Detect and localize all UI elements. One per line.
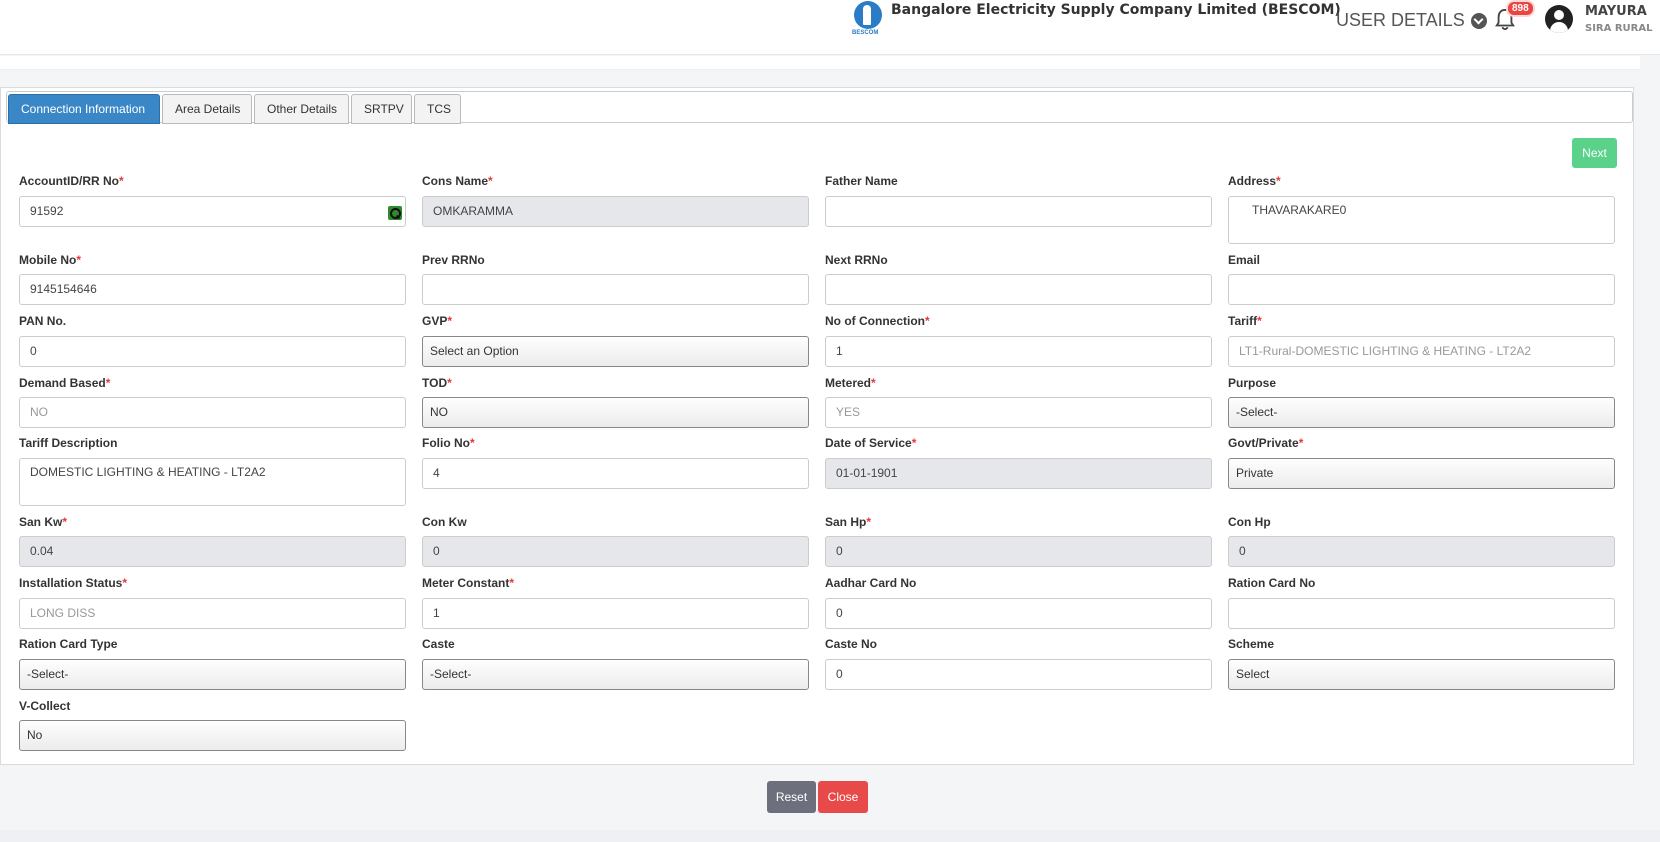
user-details-label: USER DETAILS xyxy=(1336,10,1465,30)
tab-tcs[interactable]: TCS xyxy=(414,94,461,124)
bottom-strip xyxy=(0,830,1660,842)
con-hp-label: Con Hp xyxy=(1228,515,1271,529)
pan-no-input[interactable]: 0 xyxy=(19,336,406,367)
ration-card-type-label: Ration Card Type xyxy=(19,637,118,651)
tariff-description-textarea[interactable]: DOMESTIC LIGHTING & HEATING - LT2A2 xyxy=(19,458,406,506)
aadhar-card-no-input[interactable]: 0 xyxy=(825,598,1212,629)
notification-button[interactable]: 898 xyxy=(1494,0,1535,34)
no-of-connection-label: No of Connection* xyxy=(825,314,930,328)
govt-private-select[interactable]: Private xyxy=(1228,458,1615,489)
folio-no-label: Folio No* xyxy=(422,436,475,450)
ration-card-type-select[interactable]: -Select- xyxy=(19,659,406,690)
installation-status-label: Installation Status* xyxy=(19,576,128,590)
next-button[interactable]: Next xyxy=(1572,138,1617,168)
date-of-service-input[interactable]: 01-01-1901 xyxy=(825,458,1212,489)
tariff-description-label: Tariff Description xyxy=(19,436,118,450)
meter-constant-label: Meter Constant* xyxy=(422,576,515,590)
san-hp-input[interactable]: 0 xyxy=(825,536,1212,567)
cons-name-input[interactable]: OMKARAMMA xyxy=(422,196,809,227)
installation-status-input[interactable]: LONG DISS xyxy=(19,598,406,629)
tod-select[interactable]: NO xyxy=(422,397,809,428)
metered-input[interactable]: YES xyxy=(825,397,1212,428)
con-kw-input[interactable]: 0 xyxy=(422,536,809,567)
caste-label: Caste xyxy=(422,637,455,651)
notification-badge: 898 xyxy=(1506,0,1535,17)
tab-srtpv[interactable]: SRTPV xyxy=(351,94,412,124)
user-name: MAYURA xyxy=(1585,4,1647,19)
tab-area-details[interactable]: Area Details xyxy=(162,94,252,124)
purpose-select[interactable]: -Select- xyxy=(1228,397,1615,428)
demand-based-input[interactable]: NO xyxy=(19,397,406,428)
account-id-label: AccountID/RR No* xyxy=(19,174,124,188)
sub-header-strip xyxy=(0,56,1640,70)
cons-name-label: Cons Name* xyxy=(422,174,493,188)
email-label: Email xyxy=(1228,253,1261,267)
tariff-label: Tariff* xyxy=(1228,314,1262,328)
gvp-select[interactable]: Select an Option xyxy=(422,336,809,367)
ration-card-no-label: Ration Card No xyxy=(1228,576,1316,590)
email-input[interactable] xyxy=(1228,274,1615,305)
ration-card-no-input[interactable] xyxy=(1228,598,1615,629)
meter-constant-input[interactable]: 1 xyxy=(422,598,809,629)
v-collect-label: V-Collect xyxy=(19,699,71,713)
metered-label: Metered* xyxy=(825,376,876,390)
search-icon[interactable] xyxy=(388,206,402,220)
mobile-no-input[interactable]: 9145154646 xyxy=(19,274,406,305)
tab-bar: Connection Information Area Details Othe… xyxy=(6,91,1633,124)
scheme-label: Scheme xyxy=(1228,637,1275,651)
v-collect-select[interactable]: No xyxy=(19,720,406,751)
caste-select[interactable]: -Select- xyxy=(422,659,809,690)
gvp-label: GVP* xyxy=(422,314,453,328)
user-location: SIRA RURAL xyxy=(1585,23,1653,34)
prev-rrno-label: Prev RRNo xyxy=(422,253,485,267)
caste-no-label: Caste No xyxy=(825,637,878,651)
close-button[interactable]: Close xyxy=(818,781,868,813)
pan-no-label: PAN No. xyxy=(19,314,67,328)
prev-rrno-input[interactable] xyxy=(422,274,809,305)
con-hp-input[interactable]: 0 xyxy=(1228,536,1615,567)
next-rrno-input[interactable] xyxy=(825,274,1212,305)
san-hp-label: San Hp* xyxy=(825,515,872,529)
address-textarea[interactable]: THAVARAKARE0 xyxy=(1228,196,1615,244)
tab-other-details[interactable]: Other Details xyxy=(254,94,349,124)
user-avatar-icon[interactable] xyxy=(1545,5,1573,33)
company-name: Bangalore Electricity Supply Company Lim… xyxy=(891,2,1341,18)
san-kw-label: San Kw* xyxy=(19,515,68,529)
scheme-select[interactable]: Select xyxy=(1228,659,1615,690)
chevron-down-icon xyxy=(1470,12,1487,29)
san-kw-input[interactable]: 0.04 xyxy=(19,536,406,567)
mobile-no-label: Mobile No* xyxy=(19,253,81,267)
folio-no-input[interactable]: 4 xyxy=(422,458,809,489)
bescom-logo: BESCOM xyxy=(851,0,885,38)
aadhar-card-no-label: Aadhar Card No xyxy=(825,576,917,590)
caste-no-input[interactable]: 0 xyxy=(825,659,1212,690)
top-header: BESCOM Bangalore Electricity Supply Comp… xyxy=(0,0,1660,55)
father-name-label: Father Name xyxy=(825,174,898,188)
account-id-input[interactable]: 91592 xyxy=(19,196,406,227)
brand: BESCOM Bangalore Electricity Supply Comp… xyxy=(851,0,1341,40)
user-details-dropdown[interactable]: USER DETAILS xyxy=(1336,10,1487,31)
no-of-connection-input[interactable]: 1 xyxy=(825,336,1212,367)
reset-button[interactable]: Reset xyxy=(767,781,816,813)
tab-connection-information[interactable]: Connection Information xyxy=(8,94,160,124)
date-of-service-label: Date of Service* xyxy=(825,436,917,450)
father-name-input[interactable] xyxy=(825,196,1212,227)
demand-based-label: Demand Based* xyxy=(19,376,111,390)
purpose-label: Purpose xyxy=(1228,376,1277,390)
con-kw-label: Con Kw xyxy=(422,515,467,529)
govt-private-label: Govt/Private* xyxy=(1228,436,1304,450)
next-rrno-label: Next RRNo xyxy=(825,253,888,267)
tariff-input[interactable]: LT1-Rural-DOMESTIC LIGHTING & HEATING - … xyxy=(1228,336,1615,367)
tod-label: TOD* xyxy=(422,376,452,390)
address-label: Address* xyxy=(1228,174,1281,188)
